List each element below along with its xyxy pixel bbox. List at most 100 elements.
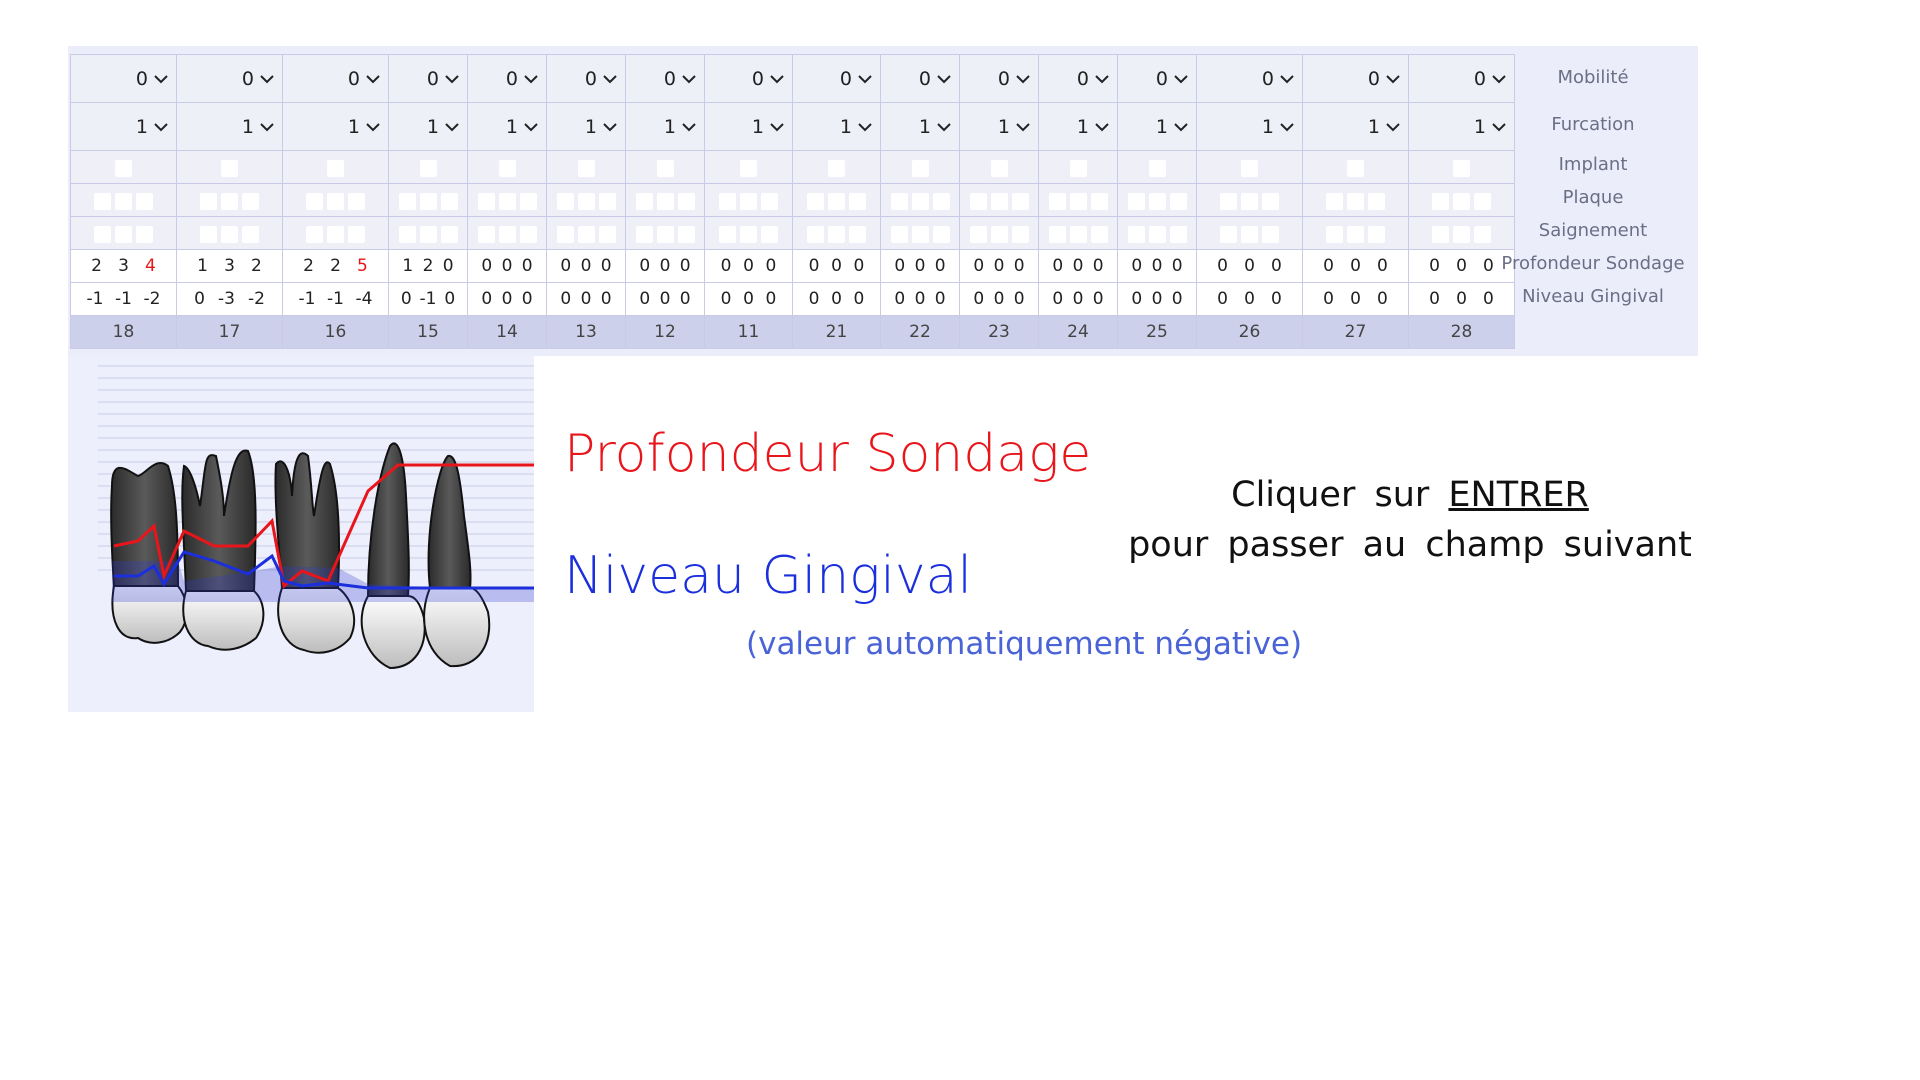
profondeur-value[interactable]: 0 (743, 256, 754, 276)
profondeur-value[interactable]: 0 (831, 256, 842, 276)
niveau-value[interactable]: 0 (1152, 289, 1163, 309)
plaque-checkbox[interactable] (598, 192, 616, 210)
profondeur-value[interactable]: 0 (809, 256, 820, 276)
plaque-checkbox[interactable] (477, 192, 495, 210)
profondeur-value[interactable]: 0 (1350, 256, 1361, 276)
niveau-value[interactable]: 0 (1172, 289, 1183, 309)
plaque-checkbox[interactable] (221, 192, 238, 210)
niveau-value[interactable]: 0 (639, 289, 650, 309)
niveau-value[interactable]: 0 (915, 289, 926, 309)
niveau-value[interactable]: -2 (144, 289, 161, 309)
niveau-value[interactable]: -1 (299, 289, 316, 309)
profondeur-value[interactable]: 2 (330, 256, 341, 276)
niveau-value[interactable]: 0 (1244, 289, 1255, 309)
profondeur-value[interactable]: 4 (145, 256, 156, 276)
plaque-checkbox[interactable] (200, 192, 217, 210)
saignement-checkbox[interactable] (1011, 225, 1029, 243)
implant-checkbox[interactable] (115, 159, 132, 177)
plaque-checkbox[interactable] (327, 192, 344, 210)
plaque-checkbox[interactable] (398, 192, 416, 210)
profondeur-value[interactable]: 0 (1093, 256, 1104, 276)
niveau-value[interactable]: 0 (1093, 289, 1104, 309)
mobilite-select-24[interactable]: 0 (1038, 54, 1118, 103)
profondeur-value[interactable]: 0 (680, 256, 691, 276)
furcation-select-12[interactable]: 1 (625, 102, 705, 151)
implant-checkbox[interactable] (221, 159, 238, 177)
saignement-checkbox[interactable] (440, 225, 458, 243)
saignement-checkbox[interactable] (911, 225, 929, 243)
plaque-checkbox[interactable] (761, 192, 778, 210)
saignement-checkbox[interactable] (761, 225, 778, 243)
saignement-checkbox[interactable] (969, 225, 987, 243)
niveau-value[interactable]: 0 (660, 289, 671, 309)
mobilite-select-23[interactable]: 0 (959, 54, 1039, 103)
furcation-select-14[interactable]: 1 (467, 102, 547, 151)
profondeur-value[interactable]: 0 (1131, 256, 1142, 276)
saignement-checkbox[interactable] (598, 225, 616, 243)
plaque-checkbox[interactable] (932, 192, 950, 210)
niveau-value[interactable]: 0 (721, 289, 732, 309)
niveau-value[interactable]: 0 (894, 289, 905, 309)
profondeur-value[interactable]: 0 (766, 256, 777, 276)
profondeur-value[interactable]: 0 (1271, 256, 1282, 276)
saignement-checkbox[interactable] (477, 225, 495, 243)
mobilite-select-27[interactable]: 0 (1302, 54, 1409, 103)
implant-checkbox[interactable] (656, 159, 674, 177)
furcation-select-22[interactable]: 1 (880, 102, 960, 151)
plaque-checkbox[interactable] (740, 192, 757, 210)
implant-checkbox[interactable] (419, 159, 437, 177)
furcation-select-24[interactable]: 1 (1038, 102, 1118, 151)
saignement-checkbox[interactable] (419, 225, 437, 243)
niveau-value[interactable]: 0 (522, 289, 533, 309)
saignement-checkbox[interactable] (656, 225, 674, 243)
plaque-checkbox[interactable] (1169, 192, 1187, 210)
plaque-checkbox[interactable] (1453, 192, 1470, 210)
plaque-checkbox[interactable] (242, 192, 259, 210)
profondeur-value[interactable]: 0 (1377, 256, 1388, 276)
profondeur-value[interactable]: 0 (854, 256, 865, 276)
niveau-value[interactable]: 0 (809, 289, 820, 309)
profondeur-value[interactable]: 0 (560, 256, 571, 276)
saignement-checkbox[interactable] (849, 225, 866, 243)
saignement-checkbox[interactable] (1090, 225, 1108, 243)
niveau-value[interactable]: -3 (218, 289, 235, 309)
saignement-checkbox[interactable] (577, 225, 595, 243)
profondeur-value[interactable]: 0 (1323, 256, 1334, 276)
plaque-checkbox[interactable] (1326, 192, 1343, 210)
plaque-checkbox[interactable] (990, 192, 1008, 210)
saignement-checkbox[interactable] (398, 225, 416, 243)
saignement-checkbox[interactable] (242, 225, 259, 243)
niveau-value[interactable]: 0 (601, 289, 612, 309)
profondeur-value[interactable]: 0 (639, 256, 650, 276)
profondeur-value[interactable]: 0 (1456, 256, 1467, 276)
niveau-value[interactable]: 0 (766, 289, 777, 309)
plaque-checkbox[interactable] (577, 192, 595, 210)
saignement-checkbox[interactable] (1347, 225, 1364, 243)
plaque-checkbox[interactable] (969, 192, 987, 210)
saignement-checkbox[interactable] (200, 225, 217, 243)
furcation-select-11[interactable]: 1 (704, 102, 793, 151)
mobilite-select-26[interactable]: 0 (1196, 54, 1303, 103)
niveau-value[interactable]: 0 (973, 289, 984, 309)
mobilite-select-22[interactable]: 0 (880, 54, 960, 103)
niveau-value[interactable]: 0 (560, 289, 571, 309)
profondeur-value[interactable]: 0 (994, 256, 1005, 276)
saignement-checkbox[interactable] (348, 225, 365, 243)
plaque-checkbox[interactable] (556, 192, 574, 210)
mobilite-select-11[interactable]: 0 (704, 54, 793, 103)
saignement-checkbox[interactable] (1241, 225, 1258, 243)
saignement-checkbox[interactable] (221, 225, 238, 243)
plaque-checkbox[interactable] (115, 192, 132, 210)
profondeur-value[interactable]: 0 (481, 256, 492, 276)
saignement-checkbox[interactable] (556, 225, 574, 243)
saignement-checkbox[interactable] (1069, 225, 1087, 243)
niveau-value[interactable]: 0 (444, 289, 455, 309)
profondeur-value[interactable]: 3 (118, 256, 129, 276)
plaque-checkbox[interactable] (419, 192, 437, 210)
profondeur-value[interactable]: 0 (894, 256, 905, 276)
saignement-checkbox[interactable] (990, 225, 1008, 243)
implant-checkbox[interactable] (828, 159, 845, 177)
profondeur-value[interactable]: 3 (224, 256, 235, 276)
saignement-checkbox[interactable] (327, 225, 344, 243)
furcation-select-25[interactable]: 1 (1117, 102, 1197, 151)
